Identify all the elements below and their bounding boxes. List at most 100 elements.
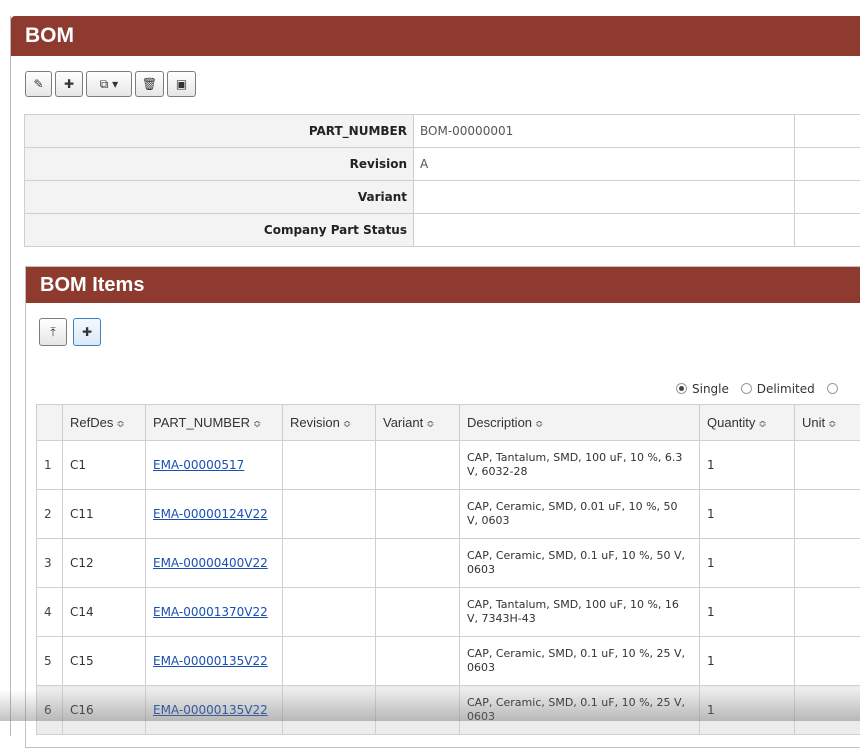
- cell-variant: [376, 490, 460, 539]
- cell-revision: [283, 539, 376, 588]
- row-number: 3: [37, 539, 63, 588]
- cell-description: CAP, Ceramic, SMD, 0.1 uF, 10 %, 25 V, 0…: [460, 686, 700, 735]
- field-extra: [795, 214, 860, 247]
- row-number: 2: [37, 490, 63, 539]
- field-label-part-number: PART_NUMBER: [25, 115, 414, 148]
- cell-description: CAP, Ceramic, SMD, 0.1 uF, 10 %, 25 V, 0…: [460, 637, 700, 686]
- part-number-link[interactable]: EMA-00000400V22: [153, 556, 268, 570]
- cell-unit: [795, 490, 860, 539]
- cell-part-number: EMA-00001370V22: [146, 588, 283, 637]
- col-header-variant[interactable]: Variant≎: [376, 405, 460, 441]
- cell-variant: [376, 686, 460, 735]
- cell-description: CAP, Tantalum, SMD, 100 uF, 10 %, 6.3 V,…: [460, 441, 700, 490]
- field-extra: [795, 115, 860, 148]
- add-button[interactable]: ✚: [55, 71, 83, 97]
- part-number-link[interactable]: EMA-00000124V22: [153, 507, 268, 521]
- cell-part-number: EMA-00000124V22: [146, 490, 283, 539]
- form-row: PART_NUMBER BOM-00000001: [25, 115, 860, 148]
- col-header-quantity[interactable]: Quantity≎: [700, 405, 795, 441]
- cell-refdes: C12: [63, 539, 146, 588]
- sort-icon: ≎: [253, 419, 261, 430]
- field-label-company-part-status: Company Part Status: [25, 214, 414, 247]
- table-header-row: RefDes≎ PART_NUMBER≎ Revision≎ Variant≎ …: [37, 405, 860, 441]
- cell-quantity: 1: [700, 441, 795, 490]
- cell-revision: [283, 490, 376, 539]
- sort-icon: ≎: [828, 419, 836, 430]
- cell-refdes: C14: [63, 588, 146, 637]
- cell-revision: [283, 637, 376, 686]
- cell-part-number: EMA-00000135V22: [146, 637, 283, 686]
- cell-refdes: C1: [63, 441, 146, 490]
- part-number-link[interactable]: EMA-00001370V22: [153, 605, 268, 619]
- field-extra: [795, 181, 860, 214]
- radio-single[interactable]: [676, 383, 687, 394]
- cell-quantity: 1: [700, 490, 795, 539]
- part-number-link[interactable]: EMA-00000135V22: [153, 703, 268, 717]
- part-number-link[interactable]: EMA-00000135V22: [153, 654, 268, 668]
- radio-option-3[interactable]: [827, 383, 838, 394]
- table-row[interactable]: 6 C16 EMA-00000135V22 CAP, Ceramic, SMD,…: [37, 686, 860, 735]
- field-value-part-number[interactable]: BOM-00000001: [414, 115, 795, 148]
- bom-header-form: PART_NUMBER BOM-00000001 Revision A Vari…: [24, 114, 860, 247]
- part-number-link[interactable]: EMA-00000517: [153, 458, 244, 472]
- col-header-unit[interactable]: Unit≎: [795, 405, 860, 441]
- col-header-refdes[interactable]: RefDes≎: [63, 405, 146, 441]
- cell-unit: [795, 441, 860, 490]
- radio-single-label: Single: [692, 382, 729, 396]
- col-header-revision[interactable]: Revision≎: [283, 405, 376, 441]
- row-number: 6: [37, 686, 63, 735]
- table-row[interactable]: 2 C11 EMA-00000124V22 CAP, Ceramic, SMD,…: [37, 490, 860, 539]
- col-header-index: [37, 405, 63, 441]
- form-row: Variant: [25, 181, 860, 214]
- cell-refdes: C11: [63, 490, 146, 539]
- sort-icon: ≎: [426, 419, 434, 430]
- cell-description: CAP, Ceramic, SMD, 0.1 uF, 10 %, 50 V, 0…: [460, 539, 700, 588]
- cell-quantity: 1: [700, 637, 795, 686]
- pencil-icon: ✎: [33, 78, 43, 90]
- cell-part-number: EMA-00000400V22: [146, 539, 283, 588]
- view-mode-radios: Single Delimited: [676, 382, 843, 396]
- radio-delimited[interactable]: [741, 383, 752, 394]
- col-header-description[interactable]: Description≎: [460, 405, 700, 441]
- row-number: 5: [37, 637, 63, 686]
- row-number: 4: [37, 588, 63, 637]
- field-extra: [795, 148, 860, 181]
- save-icon: ▣: [176, 78, 187, 90]
- col-header-part-number[interactable]: PART_NUMBER≎: [146, 405, 283, 441]
- add-item-button[interactable]: ✚: [73, 318, 101, 346]
- trash-icon: 🗑: [142, 78, 157, 90]
- cell-description: CAP, Ceramic, SMD, 0.01 uF, 10 %, 50 V, …: [460, 490, 700, 539]
- plus-icon: ✚: [64, 78, 74, 90]
- cell-variant: [376, 539, 460, 588]
- table-row[interactable]: 5 C15 EMA-00000135V22 CAP, Ceramic, SMD,…: [37, 637, 860, 686]
- field-value-company-part-status[interactable]: [414, 214, 795, 247]
- bom-panel: BOM ✎ ✚ ⧉ ▾ 🗑 ▣ PART_NUMBER BOM-00000001…: [10, 16, 860, 736]
- field-label-variant: Variant: [25, 181, 414, 214]
- collapse-top-icon: ⤒: [50, 325, 55, 340]
- cell-unit: [795, 588, 860, 637]
- field-value-revision[interactable]: A: [414, 148, 795, 181]
- copy-icon: ⧉ ▾: [100, 78, 118, 90]
- cell-revision: [283, 686, 376, 735]
- edit-button[interactable]: ✎: [25, 71, 52, 97]
- field-value-variant[interactable]: [414, 181, 795, 214]
- row-number: 1: [37, 441, 63, 490]
- cell-revision: [283, 588, 376, 637]
- form-row: Company Part Status: [25, 214, 860, 247]
- cell-variant: [376, 588, 460, 637]
- table-row[interactable]: 3 C12 EMA-00000400V22 CAP, Ceramic, SMD,…: [37, 539, 860, 588]
- cell-revision: [283, 441, 376, 490]
- cell-variant: [376, 637, 460, 686]
- cell-unit: [795, 539, 860, 588]
- copy-dropdown-button[interactable]: ⧉ ▾: [86, 71, 132, 97]
- delete-button[interactable]: 🗑: [135, 71, 164, 97]
- table-row[interactable]: 1 C1 EMA-00000517 CAP, Tantalum, SMD, 10…: [37, 441, 860, 490]
- cell-part-number: EMA-00000517: [146, 441, 283, 490]
- cell-unit: [795, 637, 860, 686]
- save-button[interactable]: ▣: [167, 71, 196, 97]
- field-label-revision: Revision: [25, 148, 414, 181]
- collapse-button[interactable]: ⤒: [39, 318, 67, 346]
- table-row[interactable]: 4 C14 EMA-00001370V22 CAP, Tantalum, SMD…: [37, 588, 860, 637]
- cell-quantity: 1: [700, 539, 795, 588]
- bom-items-panel: BOM Items ⤒ ✚ Single Delimited RefDes≎: [25, 266, 860, 748]
